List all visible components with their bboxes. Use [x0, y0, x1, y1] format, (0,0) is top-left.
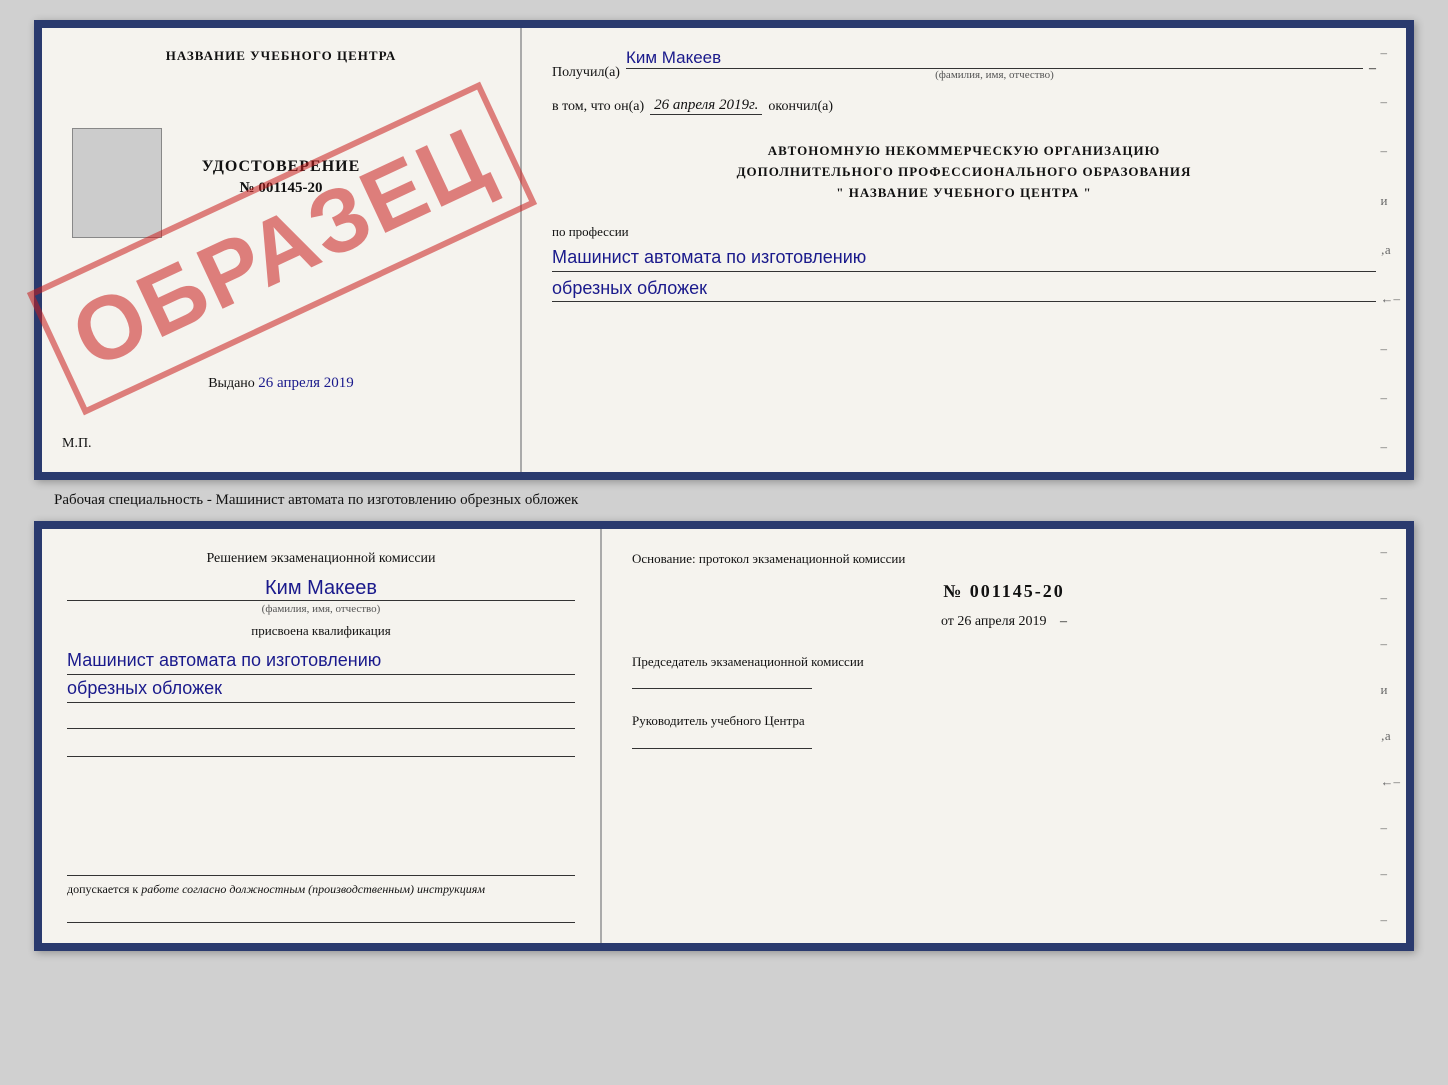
- org-line3: " НАЗВАНИЕ УЧЕБНОГО ЦЕНТРА ": [552, 183, 1376, 204]
- ot-date: 26 апреля 2019: [957, 614, 1046, 629]
- bl-name: Ким Макеев: [67, 577, 575, 600]
- poluchil-value: Ким Макеев: [626, 48, 1363, 69]
- professia-value1: Машинист автомата по изготовлению: [552, 245, 1376, 271]
- bl-name-block: Ким Макеев (фамилия, имя, отчество): [67, 577, 575, 615]
- org-line1: АВТОНОМНУЮ НЕКОММЕРЧЕСКУЮ ОРГАНИЗАЦИЮ: [552, 141, 1376, 162]
- mp-block: М.П.: [62, 436, 92, 452]
- poluchil-sub: (фамилия, имя, отчество): [626, 69, 1363, 81]
- ot-label: от: [941, 614, 954, 629]
- predsedatel-block: Председатель экзаменационной комиссии: [632, 652, 1376, 690]
- doc-right: –––и‚а←–––– Получил(а) Ким Макеев (фамил…: [522, 28, 1406, 472]
- bl-kvalif-block: Машинист автомата по изготовлению обрезн…: [67, 647, 575, 703]
- dash-br: –: [1060, 614, 1067, 629]
- br-side-dashes: –––и‚а←––––: [1381, 529, 1401, 943]
- protocol-number: № 001145-20: [632, 581, 1376, 602]
- reshenie-title: Решением экзаменационной комиссии: [67, 549, 575, 569]
- bottom-left: Решением экзаменационной комиссии Ким Ма…: [42, 529, 602, 943]
- vydano-block: Выдано 26 апреля 2019: [208, 374, 354, 392]
- bottom-lines: [67, 711, 575, 757]
- vydano-date: 26 апреля 2019: [258, 375, 354, 391]
- okonchil-label: окончил(а): [768, 99, 833, 115]
- bl-dopusk: допускается к работе согласно должностны…: [67, 875, 575, 897]
- photo-placeholder: [72, 128, 162, 238]
- doc-left: НАЗВАНИЕ УЧЕБНОГО ЦЕНТРА ОБРАЗЕЦ УДОСТОВ…: [42, 28, 522, 472]
- vtom-label: в том, что он(а): [552, 99, 644, 115]
- document-top: НАЗВАНИЕ УЧЕБНОГО ЦЕНТРА ОБРАЗЕЦ УДОСТОВ…: [34, 20, 1414, 480]
- bl-fio-sub: (фамилия, имя, отчество): [67, 600, 575, 615]
- bottom-right: –––и‚а←–––– Основание: протокол экзамена…: [602, 529, 1406, 943]
- bl-kvalif-1: Машинист автомата по изготовлению: [67, 647, 575, 675]
- udostoverenie-num: № 001145-20: [202, 180, 361, 197]
- main-container: НАЗВАНИЕ УЧЕБНОГО ЦЕНТРА ОБРАЗЕЦ УДОСТОВ…: [0, 0, 1448, 1085]
- professia-block: по профессии Машинист автомата по изгото…: [552, 223, 1376, 301]
- caption-text: Рабочая специальность - Машинист автомат…: [54, 492, 578, 509]
- rukovoditel-label: Руководитель учебного Центра: [632, 711, 1376, 731]
- udostoverenie-block: УДОСТОВЕРЕНИЕ № 001145-20: [202, 158, 361, 197]
- line-1: [67, 711, 575, 729]
- poluchil-row: Получил(а) Ким Макеев (фамилия, имя, отч…: [552, 48, 1376, 81]
- vtom-date: 26 апреля 2019г.: [650, 97, 762, 115]
- dopusk-value: работе согласно должностным (производств…: [141, 882, 485, 896]
- org-line2: ДОПОЛНИТЕЛЬНОГО ПРОФЕССИОНАЛЬНОГО ОБРАЗО…: [552, 162, 1376, 183]
- vydano-label: Выдано 26 апреля 2019: [208, 376, 354, 391]
- line-3: [67, 905, 575, 923]
- rukovoditel-line: [632, 731, 812, 749]
- osnovanie-label: Основание: протокол экзаменационной коми…: [632, 549, 1376, 569]
- poluchil-label: Получил(а): [552, 65, 620, 81]
- training-center-title: НАЗВАНИЕ УЧЕБНОГО ЦЕНТРА: [166, 48, 397, 64]
- professia-value2: обрезных обложек: [552, 276, 1376, 302]
- prisvoena-label: присвоена квалификация: [67, 623, 575, 639]
- bl-kvalif-2: обрезных обложек: [67, 675, 575, 703]
- org-block: АВТОНОМНУЮ НЕКОММЕРЧЕСКУЮ ОРГАНИЗАЦИЮ ДО…: [552, 141, 1376, 203]
- protocol-date: от 26 апреля 2019 –: [632, 614, 1376, 630]
- vtom-row: в том, что он(а) 26 апреля 2019г. окончи…: [552, 97, 1376, 115]
- professia-label: по профессии: [552, 224, 629, 239]
- udostoverenie-title: УДОСТОВЕРЕНИЕ: [202, 158, 361, 176]
- document-bottom: Решением экзаменационной комиссии Ким Ма…: [34, 521, 1414, 951]
- predsedatel-label: Председатель экзаменационной комиссии: [632, 652, 1376, 672]
- predsedatel-line: [632, 671, 812, 689]
- side-dashes: –––и‚а←––––: [1381, 28, 1401, 472]
- poluchil-value-container: Ким Макеев (фамилия, имя, отчество): [626, 48, 1363, 81]
- rukovoditel-block: Руководитель учебного Центра: [632, 711, 1376, 749]
- line-2: [67, 739, 575, 757]
- dopusk-label: допускается к: [67, 882, 138, 896]
- dash-1: –: [1369, 61, 1376, 81]
